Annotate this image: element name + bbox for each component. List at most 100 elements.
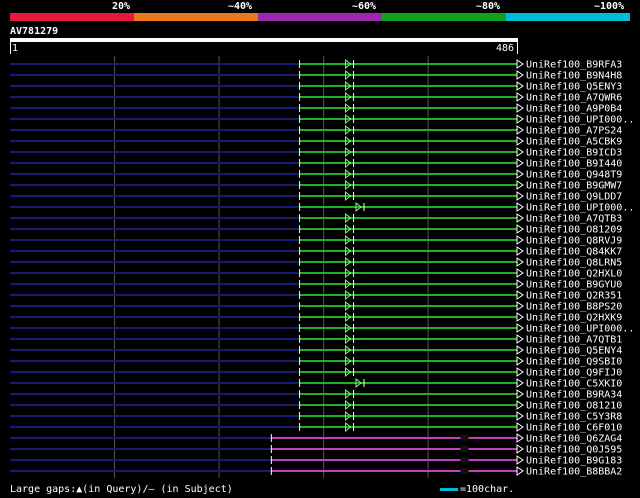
query-gap-marker [345,245,352,257]
hit-label: UniRef100_B9RFA3 [526,60,622,71]
hit-label: UniRef100_Q9LDD7 [526,192,622,203]
hit-label: UniRef100_B9G183 [526,456,622,467]
hit-label: UniRef100_Q6ZAG4 [526,434,622,445]
hit-end-arrow [516,268,524,278]
hit-label: UniRef100_B9I440 [526,159,622,170]
legend-percent-label: ~100% [594,1,625,12]
hit-end-arrow [516,433,524,443]
hit-end-arrow [516,103,524,113]
scale-text: =100char. [460,484,515,495]
hit-label: UniRef100_UPI000.. [526,115,634,126]
query-gap-marker [345,157,352,169]
hit-label: UniRef100_Q0J595 [526,445,622,456]
hit-label: UniRef100_A7PS24 [526,126,622,137]
hit-end-arrow [516,180,524,190]
query-gap-marker [345,102,352,114]
query-gap-marker [345,146,352,158]
query-gap-marker [345,168,352,180]
hit-end-arrow [516,213,524,223]
hit-end-arrow [516,422,524,432]
legend-segment [134,13,258,21]
query-gap-marker [345,421,352,433]
query-gap-marker [345,256,352,268]
query-gap-marker [355,201,362,213]
query-gap-marker [345,212,352,224]
query-bar [10,38,518,42]
hit-end-arrow [516,125,524,135]
large-gaps-legend: Large gaps:▲(in Query)/— (in Subject) [10,484,233,495]
hit-end-arrow [516,169,524,179]
query-gap-marker [345,410,352,422]
hit-label: UniRef100_Q9FIJ0 [526,368,622,379]
hit-end-arrow [516,455,524,465]
hit-end-arrow [516,59,524,69]
hit-label: UniRef100_A5CBK9 [526,137,622,148]
hit-end-arrow [516,279,524,289]
query-gap-marker [345,311,352,323]
legend-percent-label: ~40% [228,1,253,12]
hit-label: UniRef100_O81209 [526,225,622,236]
hit-end-arrow [516,312,524,322]
hit-label: UniRef100_A7QWR6 [526,93,622,104]
hit-label: UniRef100_Q5ENY4 [526,346,622,357]
identity-legend-bar [10,13,630,21]
hit-end-arrow [516,334,524,344]
hit-label: UniRef100_B9ICD3 [526,148,622,159]
hit-end-arrow [516,235,524,245]
hit-end-arrow [516,356,524,366]
query-gap-marker [345,267,352,279]
hit-label: UniRef100_B8BBA2 [526,467,622,478]
hit-label: UniRef100_A7QTB3 [526,214,622,225]
legend-percent-label: ~60% [352,1,377,12]
legend-segment [258,13,382,21]
query-gap-marker [345,399,352,411]
hit-end-arrow [516,136,524,146]
hit-label: UniRef100_Q2R351 [526,291,622,302]
hit-end-arrow [516,224,524,234]
subject-gap-marker [460,435,469,441]
hit-label: UniRef100_B9GMW7 [526,181,622,192]
hit-label: UniRef100_A9P0B4 [526,104,622,115]
query-gap-marker [345,289,352,301]
hit-label: UniRef100_C5Y3R8 [526,412,622,423]
query-gap-marker [345,135,352,147]
query-gap-marker [345,223,352,235]
query-gap-marker [345,179,352,191]
ruler-tick-left [10,42,11,54]
query-gap-marker [345,366,352,378]
scale-legend: =100char. [440,484,514,495]
hit-end-arrow [516,400,524,410]
subject-gap-marker [460,468,469,474]
hit-label: UniRef100_Q2HXL0 [526,269,622,280]
query-gap-marker [345,190,352,202]
query-gap-marker [345,333,352,345]
hit-label: UniRef100_C5XKI0 [526,379,622,390]
query-gap-marker [345,355,352,367]
hit-end-arrow [516,114,524,124]
hit-end-arrow [516,345,524,355]
legend-segment [10,13,134,21]
query-gap-marker [345,113,352,125]
hit-end-arrow [516,81,524,91]
hit-label: UniRef100_Q84KK7 [526,247,622,258]
legend-percent-label: 20% [112,1,131,12]
hit-label: UniRef100_B9N4H8 [526,71,622,82]
legend-segment [382,13,506,21]
hit-end-arrow [516,411,524,421]
hit-end-arrow [516,301,524,311]
query-gap-marker [345,80,352,92]
subject-gap-marker [460,457,469,463]
hit-end-arrow [516,323,524,333]
query-gap-marker [345,322,352,334]
hit-end-arrow [516,70,524,80]
query-gap-marker [345,124,352,136]
alignment-graphic: UniRef100_B9RFA3UniRef100_B9N4H8UniRef10… [10,56,634,478]
hit-label: UniRef100_UPI000.. [526,324,634,335]
hit-label: UniRef100_Q5ENY3 [526,82,622,93]
hit-end-arrow [516,257,524,267]
hit-label: UniRef100_Q2HXK9 [526,313,622,324]
query-gap-marker [345,58,352,70]
subject-gap-marker [460,446,469,452]
query-gap-marker [345,388,352,400]
query-gap-marker [345,69,352,81]
